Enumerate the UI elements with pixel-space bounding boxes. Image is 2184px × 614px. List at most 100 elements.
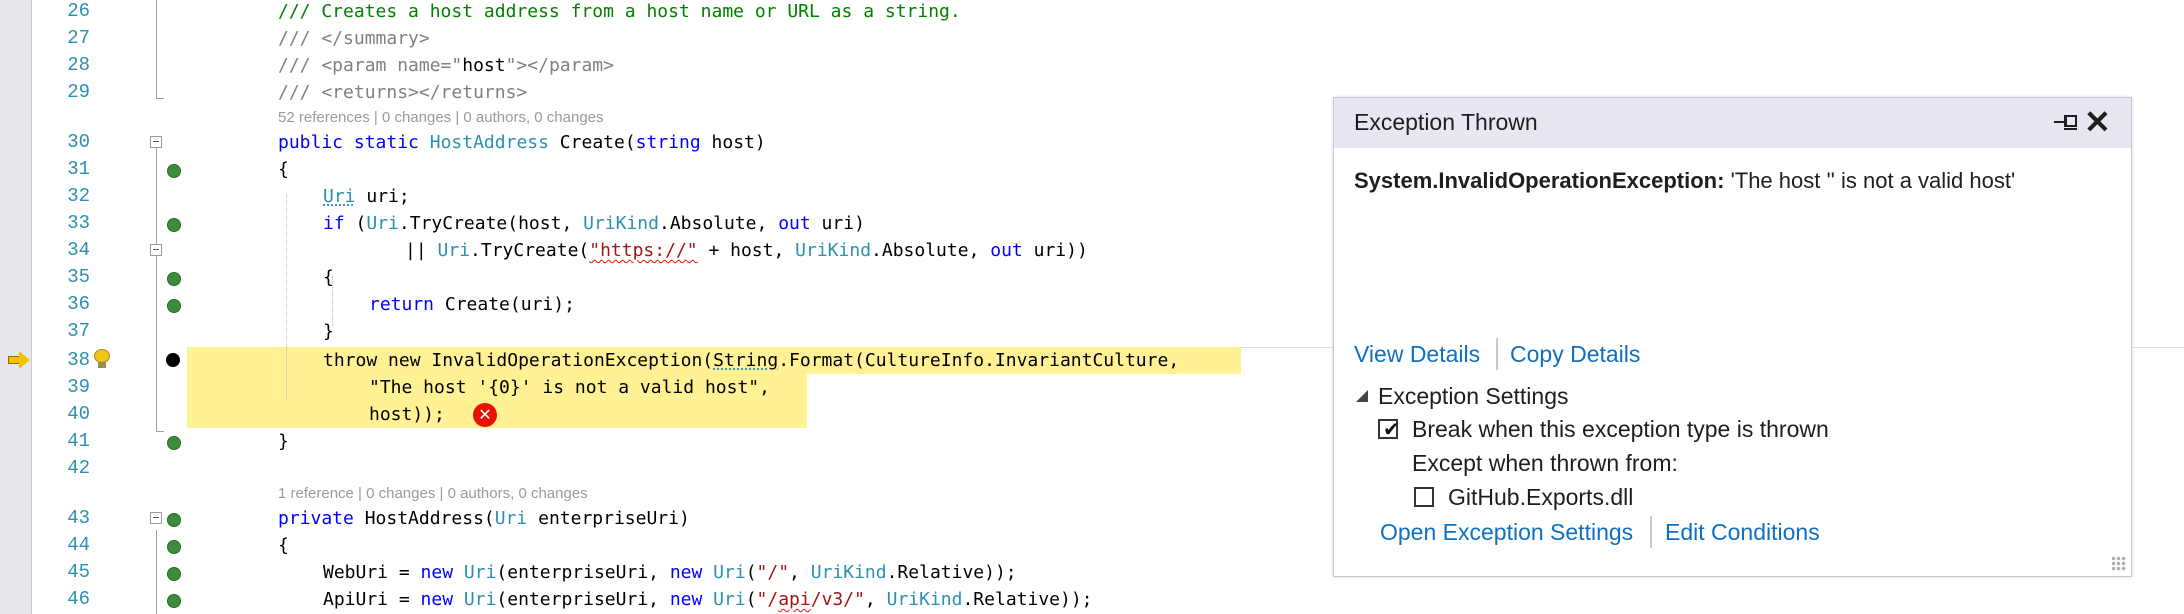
break-when-thrown-label[interactable]: Break when this exception type is thrown xyxy=(1412,416,1829,443)
code-text[interactable]: /// <param name="host"></param> xyxy=(278,52,614,79)
type-name: UriKind xyxy=(583,213,659,234)
code-token: .Absolute, xyxy=(871,240,991,261)
code-text[interactable]: { xyxy=(278,532,289,559)
type-name: UriKind xyxy=(795,240,872,261)
collapse-toggle[interactable] xyxy=(150,244,162,256)
type-name: String xyxy=(713,350,779,371)
code-text[interactable]: Uri uri; xyxy=(323,183,410,210)
close-icon[interactable]: ✕ xyxy=(2084,104,2111,140)
line-number: 29 xyxy=(67,81,90,103)
code-token: Create(uri); xyxy=(434,294,575,315)
edit-conditions-link[interactable]: Edit Conditions xyxy=(1665,519,1820,546)
code-text[interactable]: return Create(uri); xyxy=(369,291,575,318)
link-separator xyxy=(1650,516,1652,548)
code-text[interactable]: throw new InvalidOperationException(Stri… xyxy=(323,347,1179,374)
line-number: 35 xyxy=(67,266,90,288)
xml-doc-value: host xyxy=(462,55,506,76)
collapse-triangle-icon[interactable] xyxy=(1356,390,1368,402)
keyword: return xyxy=(369,294,435,315)
code-text[interactable]: "The host '{0}' is not a valid host", xyxy=(369,374,770,401)
type-name: Uri xyxy=(323,186,356,207)
code-text[interactable]: public static HostAddress Create(string … xyxy=(278,129,766,156)
code-token: ( xyxy=(344,213,367,234)
coverage-dot xyxy=(167,164,181,178)
coverage-dot xyxy=(167,513,181,527)
codelens-create[interactable]: 52 references | 0 changes | 0 authors, 0… xyxy=(278,108,604,128)
type-name: HostAddress xyxy=(429,132,549,153)
code-text[interactable]: } xyxy=(323,318,334,345)
code-line-27: 27 /// </summary> xyxy=(0,25,2184,52)
code-token: uri; xyxy=(355,186,410,207)
keyword: private xyxy=(278,508,354,529)
pin-icon[interactable] xyxy=(2054,112,2080,132)
type-name: Uri xyxy=(494,508,528,529)
code-text[interactable]: /// <returns></returns> xyxy=(278,79,527,106)
line-number: 36 xyxy=(67,293,90,315)
code-text[interactable]: || Uri.TryCreate("https://" + host, UriK… xyxy=(405,237,1088,264)
type-name: Uri xyxy=(366,213,399,234)
exception-error-icon[interactable]: ✕ xyxy=(473,403,497,427)
code-text[interactable]: ApiUri = new Uri(enterpriseUri, new Uri(… xyxy=(323,586,1093,613)
copy-details-link[interactable]: Copy Details xyxy=(1510,341,1640,368)
line-number: 32 xyxy=(67,185,90,207)
string-literal: api xyxy=(778,589,811,610)
collapse-toggle[interactable] xyxy=(150,512,162,524)
code-token: InvalidOperationException( xyxy=(420,350,714,371)
view-details-link[interactable]: View Details xyxy=(1354,341,1480,368)
code-text[interactable]: /// </summary> xyxy=(278,25,430,52)
exception-helper-popup[interactable]: Exception Thrown ✕ System.InvalidOperati… xyxy=(1333,97,2132,577)
exception-settings-header[interactable]: Exception Settings xyxy=(1378,383,1569,410)
resize-grip-icon[interactable] xyxy=(2111,556,2127,572)
code-token: (enterpriseUri, xyxy=(496,562,670,583)
type-name: Uri xyxy=(437,240,471,261)
code-token: .Absolute, xyxy=(658,213,779,234)
line-number: 45 xyxy=(67,561,90,583)
line-number: 41 xyxy=(67,430,90,452)
break-when-thrown-checkbox[interactable]: ✔ xyxy=(1378,417,1400,441)
keyword: throw xyxy=(323,350,378,371)
xml-doc: "></param> xyxy=(505,55,614,76)
xml-doc: /// <param name=" xyxy=(278,55,463,76)
code-text[interactable]: { xyxy=(323,264,334,291)
keyword: static xyxy=(353,132,419,153)
popup-title: Exception Thrown xyxy=(1354,109,1538,135)
checkmark-icon: ✔ xyxy=(1383,417,1400,441)
code-line-26: 26 /// Creates a host address from a hos… xyxy=(0,0,2184,25)
exception-message: System.InvalidOperationException: 'The h… xyxy=(1354,168,2015,194)
line-number: 34 xyxy=(67,239,90,261)
code-token: .Format(CultureInfo.InvariantCulture, xyxy=(778,350,1180,371)
code-text[interactable]: private HostAddress(Uri enterpriseUri) xyxy=(278,505,690,532)
keyword: out xyxy=(990,240,1023,261)
coverage-dot xyxy=(167,567,181,581)
line-number: 39 xyxy=(67,376,90,398)
string-literal: /v3/" xyxy=(810,589,865,610)
keyword: out xyxy=(778,213,811,234)
coverage-dot xyxy=(167,218,181,232)
type-name: Uri xyxy=(463,562,497,583)
code-text[interactable]: { xyxy=(278,156,289,183)
code-text[interactable]: if (Uri.TryCreate(host, UriKind.Absolute… xyxy=(323,210,865,237)
github-exports-label[interactable]: GitHub.Exports.dll xyxy=(1448,484,1633,511)
type-name: Uri xyxy=(463,589,497,610)
codelens-constructor[interactable]: 1 reference | 0 changes | 0 authors, 0 c… xyxy=(278,484,588,504)
github-exports-checkbox[interactable] xyxy=(1414,487,1434,507)
keyword: public xyxy=(278,132,344,153)
coverage-dot xyxy=(167,594,181,608)
code-token: host) xyxy=(700,132,766,153)
code-token: , xyxy=(864,589,887,610)
code-text[interactable]: /// Creates a host address from a host n… xyxy=(278,0,961,25)
exception-type: System.InvalidOperationException: xyxy=(1354,168,1725,193)
open-exception-settings-link[interactable]: Open Exception Settings xyxy=(1380,519,1633,546)
code-token: .TryCreate(host, xyxy=(398,213,584,234)
code-text[interactable]: WebUri = new Uri(enterpriseUri, new Uri(… xyxy=(323,559,1017,586)
code-text[interactable]: host)); xyxy=(369,401,445,428)
lightbulb-icon[interactable] xyxy=(93,349,111,371)
line-number: 28 xyxy=(67,54,90,76)
code-text[interactable]: } xyxy=(278,428,289,455)
code-token: .Relative)); xyxy=(886,562,1017,583)
collapse-toggle[interactable] xyxy=(150,136,162,148)
string-literal: "/" xyxy=(756,562,790,583)
breakpoint-icon[interactable] xyxy=(166,353,180,367)
code-line-46: 46 ApiUri = new Uri(enterpriseUri, new U… xyxy=(0,586,2184,613)
type-name: Uri xyxy=(713,589,746,610)
